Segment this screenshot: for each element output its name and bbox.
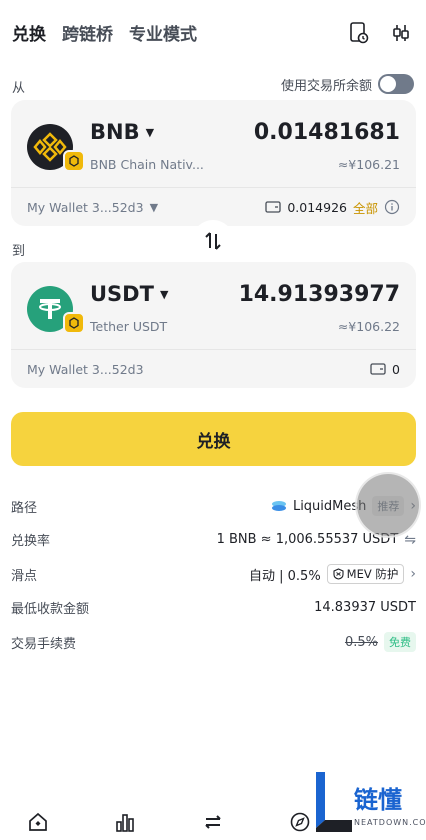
to-balance-value: 0 (392, 361, 400, 377)
from-fiat-value: ≈¥106.21 (337, 157, 400, 172)
mev-label: MEV 防护 (346, 567, 399, 581)
route-label: 路径 (11, 500, 38, 516)
fee-label: 交易手续费 (11, 636, 77, 652)
swap-arrows-icon (205, 232, 221, 250)
toggle-knob (380, 76, 396, 92)
fee-row: 交易手续费 0.5% 免费 (11, 632, 416, 652)
swap-direction-button[interactable] (192, 220, 234, 262)
tab-pro-mode[interactable]: 专业模式 (129, 20, 197, 45)
fee-value-group: 0.5% 免费 (345, 632, 416, 652)
to-card: USDT ▼ Tether USDT 14.91393977 ≈¥106.22 M… (11, 262, 416, 388)
shield-icon (333, 568, 344, 580)
max-button[interactable]: 全部 (353, 198, 378, 217)
liquidmesh-logo-icon (271, 501, 286, 511)
to-wallet-row: My Wallet 3...52d3 0 (11, 350, 416, 388)
tab-swap[interactable]: 兑换 (12, 20, 46, 45)
wallet-icon (370, 363, 386, 375)
caret-down-icon: ▼ (149, 200, 159, 214)
rate-value: 1 BNB ≈ 1,006.55537 USDT (216, 532, 399, 547)
min-received-label: 最低收款金额 (11, 602, 90, 617)
to-token-row: USDT ▼ Tether USDT 14.91393977 ≈¥106.22 (11, 262, 416, 350)
watermark-domain: NEATDOWN.COM (354, 818, 426, 827)
home-icon[interactable] (26, 810, 50, 834)
to-balance: 0 (370, 362, 400, 377)
to-wallet-name[interactable]: My Wallet 3...52d3 (27, 362, 144, 377)
chevron-right-icon: › (410, 566, 416, 582)
slippage-value: 自动 | 0.5% (249, 568, 321, 584)
tab-bridge[interactable]: 跨链桥 (62, 20, 113, 45)
invert-rate-icon[interactable]: ⇋ (404, 532, 416, 548)
watermark-logo: 链懂 NEATDOWN.COM (312, 768, 426, 840)
from-token-row: BNB ▼ BNB Chain Nativ... 0.01481681 ≈¥106… (11, 100, 416, 188)
from-label: 从 (12, 81, 26, 96)
header-actions (348, 22, 412, 44)
info-icon[interactable] (384, 199, 400, 215)
rate-label: 兑换率 (11, 534, 51, 549)
from-wallet-selector[interactable]: My Wallet 3...52d3 ▼ (27, 200, 158, 215)
exchange-balance-label: 使用交易所余额 (280, 78, 372, 94)
to-token-chain: Tether USDT (90, 319, 168, 334)
to-label: 到 (12, 244, 26, 259)
caret-down-icon: ▼ (159, 287, 169, 301)
rate-row: 兑换率 1 BNB ≈ 1,006.55537 USDT ⇋ (11, 530, 416, 550)
from-balance-value: 0.014926 (287, 199, 347, 215)
watermark-l-icon (316, 772, 352, 832)
slippage-label: 滑点 (11, 568, 38, 584)
from-token-selector[interactable]: BNB ▼ (90, 120, 154, 144)
bnb-chain-badge-icon (63, 312, 85, 334)
slippage-row[interactable]: 滑点 自动 | 0.5% MEV 防护 › (11, 564, 416, 584)
free-badge: 免费 (384, 632, 416, 652)
caret-down-icon: ▼ (145, 125, 155, 139)
mev-protection-badge: MEV 防护 (326, 564, 405, 584)
watermark-text: 链懂 (354, 786, 402, 814)
discover-compass-icon[interactable] (288, 810, 312, 834)
min-received-value: 14.83937 USDT (314, 600, 416, 615)
history-icon[interactable] (348, 22, 370, 44)
to-token-selector[interactable]: USDT ▼ (90, 282, 168, 306)
from-card: BNB ▼ BNB Chain Nativ... 0.01481681 ≈¥106… (11, 100, 416, 226)
to-token-symbol: USDT (90, 282, 154, 306)
min-received-row: 最低收款金额 14.83937 USDT (11, 598, 416, 617)
mode-tabs: 兑换 跨链桥 专业模式 (12, 20, 197, 45)
from-amount-input[interactable]: 0.01481681 (254, 120, 400, 145)
slippage-value-group: 自动 | 0.5% MEV 防护 › (249, 564, 416, 584)
from-wallet-name: My Wallet 3...52d3 (27, 199, 144, 215)
to-fiat-value: ≈¥106.22 (337, 319, 400, 334)
swap-submit-button[interactable]: 兑换 (11, 412, 416, 466)
floating-assist-button[interactable] (355, 472, 421, 538)
market-chart-icon[interactable] (113, 810, 137, 834)
to-amount: 14.91393977 (238, 282, 400, 307)
bnb-chain-badge-icon (63, 150, 85, 172)
swap-nav-icon[interactable] (201, 810, 225, 834)
exchange-balance-toggle-row: 使用交易所余额 (281, 74, 414, 94)
from-balance: 0.014926 全部 (265, 198, 400, 217)
exchange-balance-toggle[interactable] (378, 74, 414, 94)
from-token-symbol: BNB (90, 120, 140, 144)
settings-sliders-icon[interactable] (390, 22, 412, 44)
fee-value: 0.5% (344, 634, 378, 650)
from-token-chain: BNB Chain Nativ... (90, 157, 204, 172)
wallet-icon (265, 201, 281, 213)
